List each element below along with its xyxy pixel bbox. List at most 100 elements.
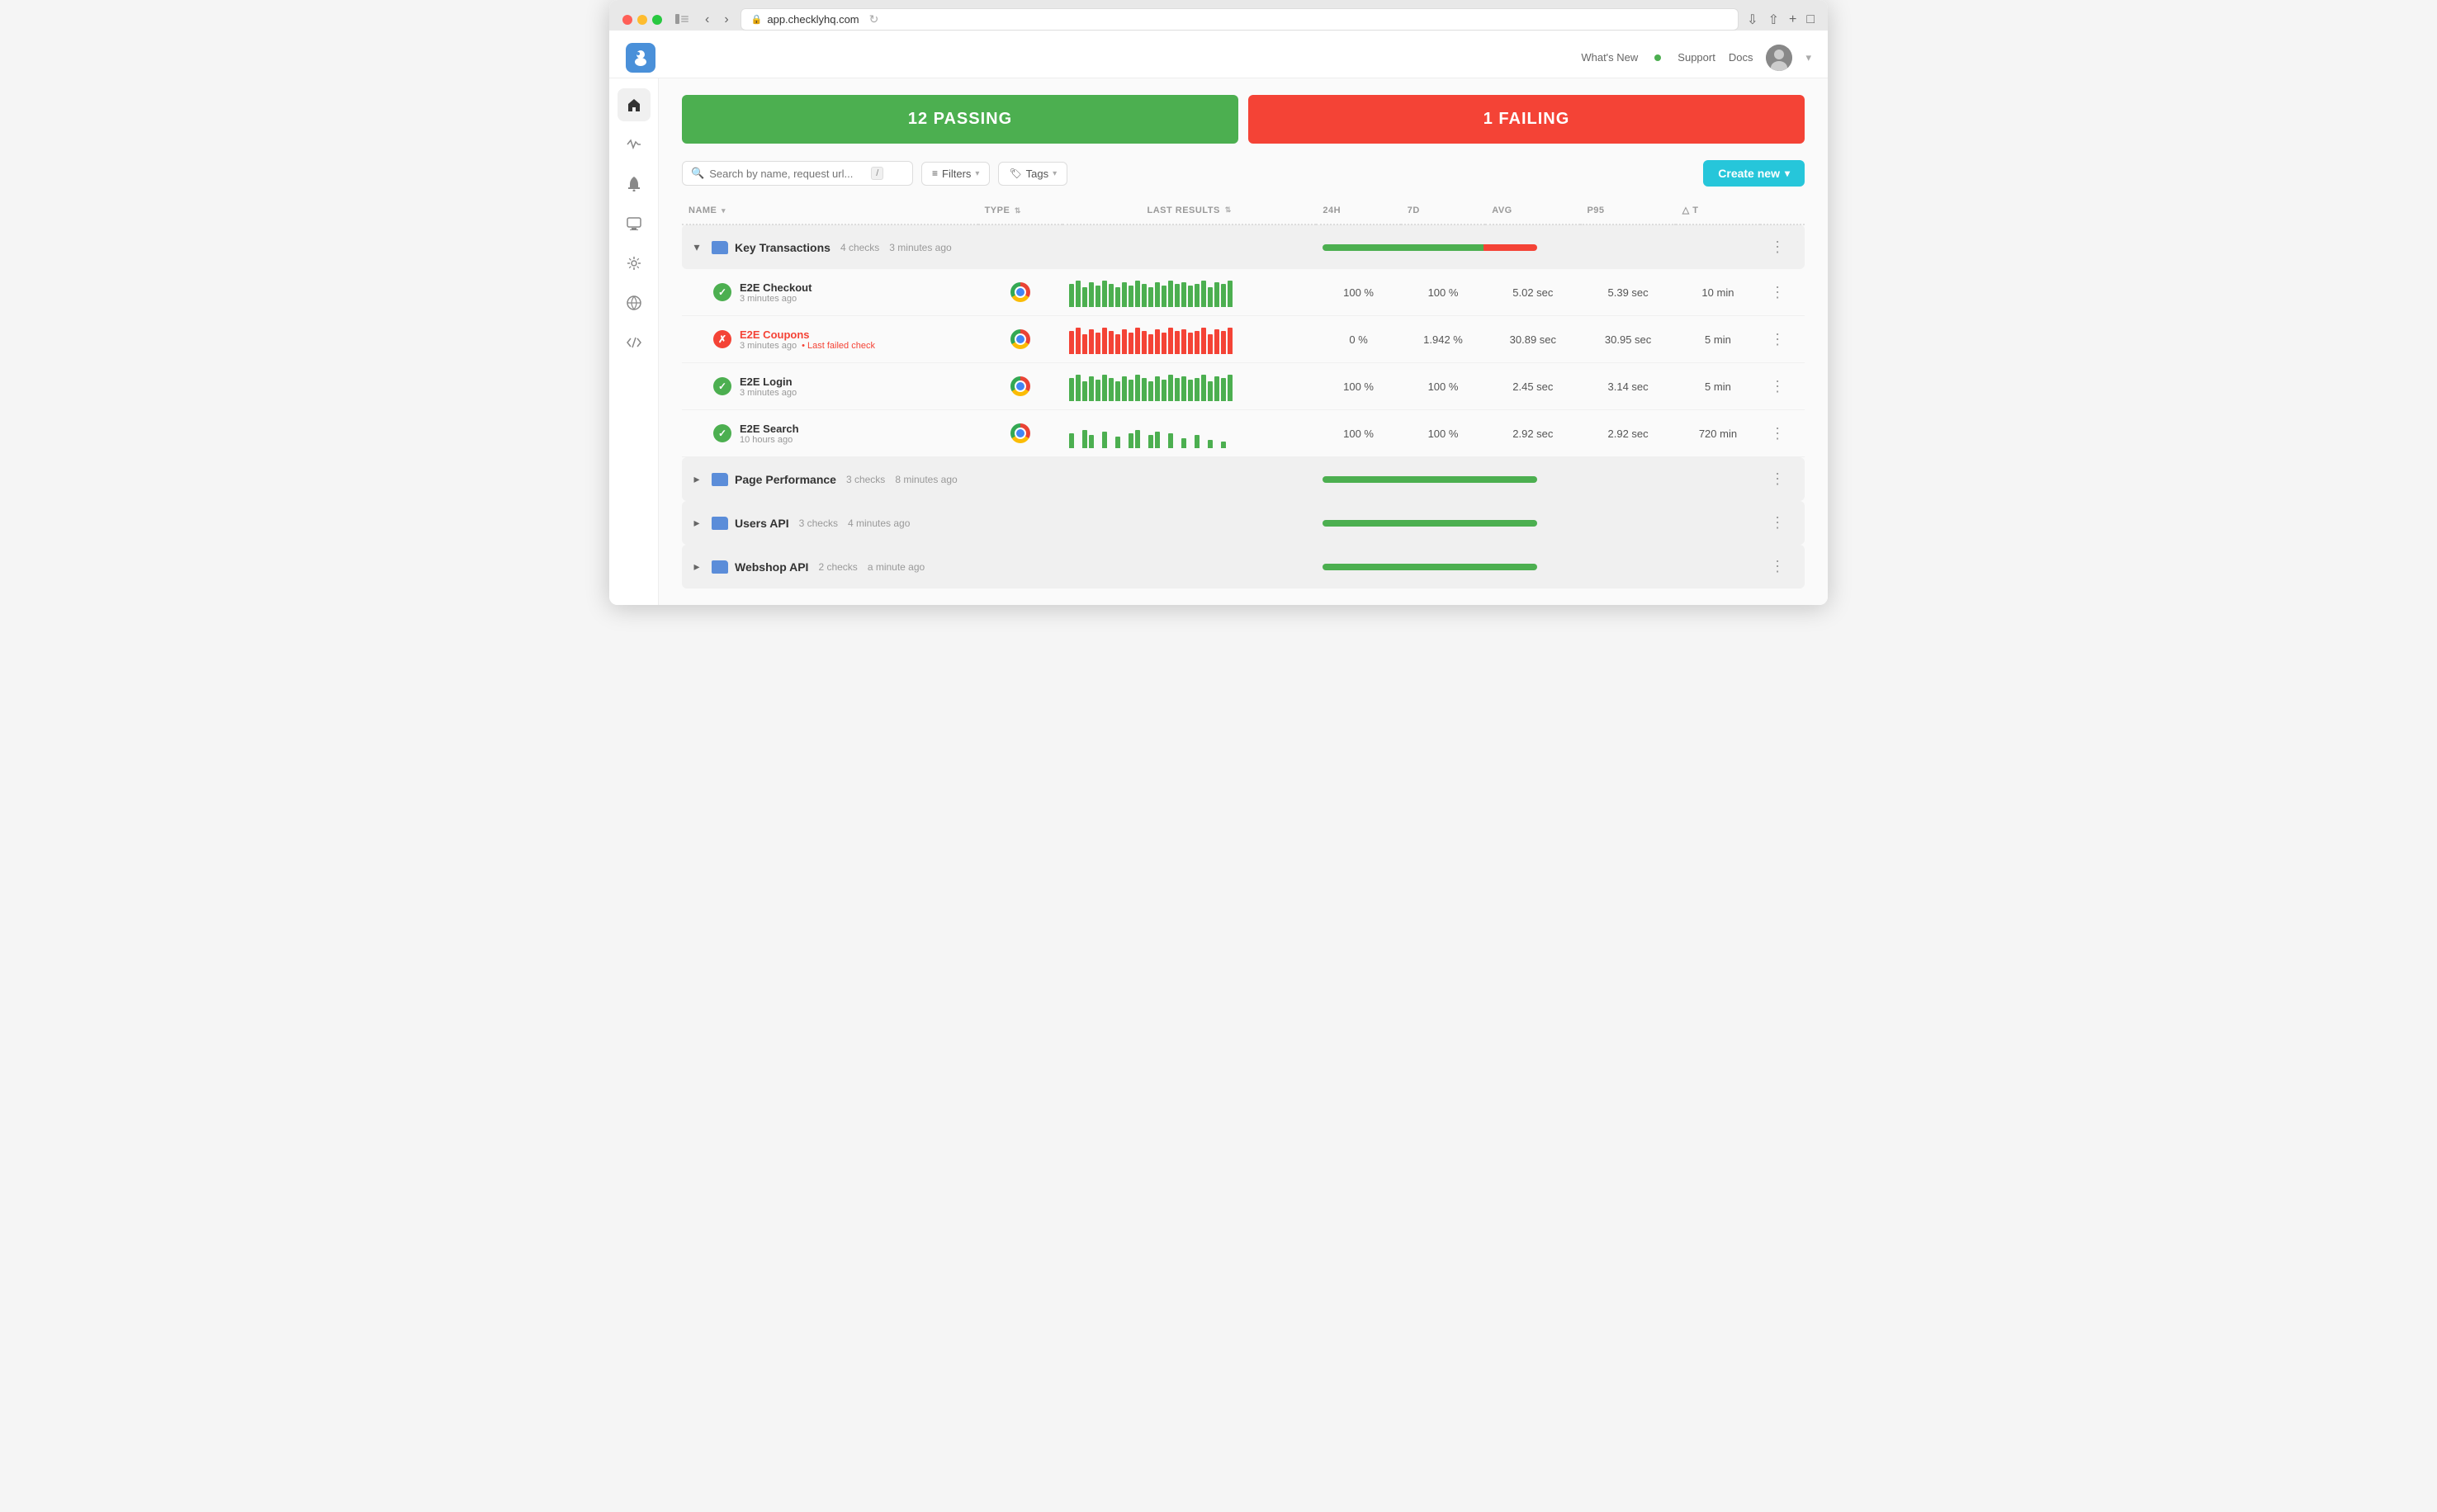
share-icon[interactable]: ⇧ (1768, 12, 1779, 28)
tags-chevron: ▾ (1053, 169, 1057, 178)
avatar[interactable] (1766, 45, 1792, 71)
search-icon: 🔍 (691, 167, 704, 180)
stat-24h-0-0: 100 % (1316, 269, 1400, 316)
back-button[interactable]: ‹ (702, 11, 712, 29)
lock-icon: 🔒 (751, 14, 763, 25)
app-logo (626, 43, 655, 73)
stat-avg-0-3: 2.92 sec (1485, 410, 1580, 457)
folder-icon-3 (712, 560, 728, 574)
search-input[interactable] (709, 168, 866, 180)
minimize-button[interactable] (637, 15, 647, 25)
folder-name-0: Key Transactions (735, 241, 830, 254)
support-link[interactable]: Support (1678, 51, 1715, 64)
folder-checks-count-3: 2 checks (818, 561, 857, 573)
check-more-btn-0-3[interactable]: ⋮ (1767, 422, 1788, 446)
col-dt: △ T (1676, 200, 1760, 224)
folder-time-0: 3 minutes ago (889, 242, 951, 253)
check-more-btn-0-2[interactable]: ⋮ (1767, 375, 1788, 399)
folder-more-btn-2[interactable]: ⋮ (1767, 511, 1788, 535)
folder-checks-count-0: 4 checks (840, 242, 879, 253)
stat-dt-0-1: 5 min (1676, 316, 1760, 363)
check-name-0-0[interactable]: E2E Checkout (740, 281, 812, 294)
refresh-icon[interactable]: ↻ (869, 12, 879, 26)
col-p95: P95 (1580, 200, 1675, 224)
check-name-0-2[interactable]: E2E Login (740, 376, 797, 388)
new-tab-icon[interactable]: + (1789, 12, 1796, 27)
main-content: 12 PASSING 1 FAILING 🔍 / ≡ Filters ▾ 🏷 T… (659, 78, 1828, 605)
whats-new-dot (1654, 54, 1661, 61)
close-button[interactable] (622, 15, 632, 25)
col-avg: AVG (1485, 200, 1580, 224)
chrome-icon-0-0 (1010, 282, 1030, 302)
sidebar-item-integrations[interactable] (618, 247, 651, 280)
create-new-button[interactable]: Create new ▾ (1703, 160, 1805, 187)
folder-row-1[interactable]: ▸ Page Performance 3 checks 8 minutes ag… (682, 457, 1805, 502)
folder-row-3[interactable]: ▸ Webshop API 2 checks a minute ago ⋮ (682, 545, 1805, 588)
filters-chevron: ▾ (975, 169, 979, 178)
stat-avg-0-0: 5.02 sec (1485, 269, 1580, 316)
check-row-0-2[interactable]: ✓ E2E Login 3 minutes ago (682, 363, 1805, 410)
folder-more-btn-1[interactable]: ⋮ (1767, 467, 1788, 491)
sidebar-item-alerts[interactable] (618, 168, 651, 201)
stat-p95-0-0: 5.39 sec (1580, 269, 1675, 316)
app-topbar: What's New Support Docs ▾ (609, 37, 1828, 78)
type-sort-icon: ⇅ (1015, 206, 1021, 215)
filters-label: Filters (942, 168, 971, 180)
folder-row-2[interactable]: ▸ Users API 3 checks 4 minutes ago ⋮ (682, 501, 1805, 545)
folder-row-0[interactable]: ▾ Key Transactions 4 checks 3 minutes ag… (682, 224, 1805, 269)
tags-button[interactable]: 🏷 Tags ▾ (998, 162, 1067, 186)
expand-btn-2[interactable]: ▸ (689, 516, 705, 530)
col-last-results[interactable]: LAST RESULTS ⇅ (1062, 200, 1316, 224)
create-new-chevron: ▾ (1785, 168, 1790, 179)
maximize-button[interactable] (652, 15, 662, 25)
user-menu-chevron[interactable]: ▾ (1805, 51, 1811, 64)
tabs-icon[interactable]: □ (1806, 12, 1815, 27)
sidebar-toggle-button[interactable] (670, 12, 693, 28)
stat-p95-0-1: 30.95 sec (1580, 316, 1675, 363)
stat-24h-0-1: 0 % (1316, 316, 1400, 363)
expand-btn-1[interactable]: ▸ (689, 472, 705, 486)
status-icon-0-3: ✓ (713, 424, 731, 442)
whats-new-link[interactable]: What's New (1581, 51, 1638, 64)
shortcut-badge: / (871, 167, 883, 180)
failing-banner[interactable]: 1 FAILING (1248, 95, 1805, 144)
check-name-0-1[interactable]: E2E Coupons (740, 328, 875, 341)
check-more-btn-0-0[interactable]: ⋮ (1767, 281, 1788, 305)
check-time-0-0: 3 minutes ago (740, 294, 797, 304)
download-icon[interactable]: ⇩ (1747, 12, 1758, 28)
folder-more-btn-3[interactable]: ⋮ (1767, 555, 1788, 579)
check-row-0-3[interactable]: ✓ E2E Search 10 hours ago (682, 410, 1805, 457)
expand-btn-0[interactable]: ▾ (689, 240, 705, 254)
filters-button[interactable]: ≡ Filters ▾ (921, 162, 990, 186)
check-row-0-1[interactable]: ✗ E2E Coupons 3 minutes ago • Last faile… (682, 316, 1805, 363)
sidebar-item-code[interactable] (618, 326, 651, 359)
last-failed-label: • Last failed check (802, 341, 875, 351)
stat-24h-0-2: 100 % (1316, 363, 1400, 410)
forward-button[interactable]: › (721, 11, 731, 29)
search-box[interactable]: 🔍 / (682, 161, 913, 186)
check-row-0-0[interactable]: ✓ E2E Checkout 3 minutes ago (682, 269, 1805, 316)
tags-label: Tags (1026, 168, 1048, 180)
sidebar (609, 78, 659, 605)
check-name-0-3[interactable]: E2E Search (740, 423, 799, 435)
url-bar[interactable]: 🔒 app.checklyhq.com ↻ (741, 8, 1739, 31)
stat-avg-0-1: 30.89 sec (1485, 316, 1580, 363)
folder-more-btn-0[interactable]: ⋮ (1767, 235, 1788, 259)
folder-icon-2 (712, 517, 728, 530)
create-new-label: Create new (1718, 167, 1780, 180)
docs-link[interactable]: Docs (1729, 51, 1753, 64)
passing-banner[interactable]: 12 PASSING (682, 95, 1238, 144)
col-24h: 24H (1316, 200, 1400, 224)
sidebar-item-globe[interactable] (618, 286, 651, 319)
toolbar: 🔍 / ≡ Filters ▾ 🏷 Tags ▾ Create new ▾ (682, 160, 1805, 187)
stat-dt-0-0: 10 min (1676, 269, 1760, 316)
filter-icon: ≡ (932, 168, 938, 179)
sidebar-item-activity[interactable] (618, 128, 651, 161)
sidebar-item-home[interactable] (618, 88, 651, 121)
stat-7d-0-2: 100 % (1401, 363, 1485, 410)
sidebar-item-monitors[interactable] (618, 207, 651, 240)
check-more-btn-0-1[interactable]: ⋮ (1767, 328, 1788, 352)
status-banners: 12 PASSING 1 FAILING (682, 95, 1805, 144)
col-name[interactable]: NAME ▾ (682, 200, 978, 224)
expand-btn-3[interactable]: ▸ (689, 560, 705, 574)
